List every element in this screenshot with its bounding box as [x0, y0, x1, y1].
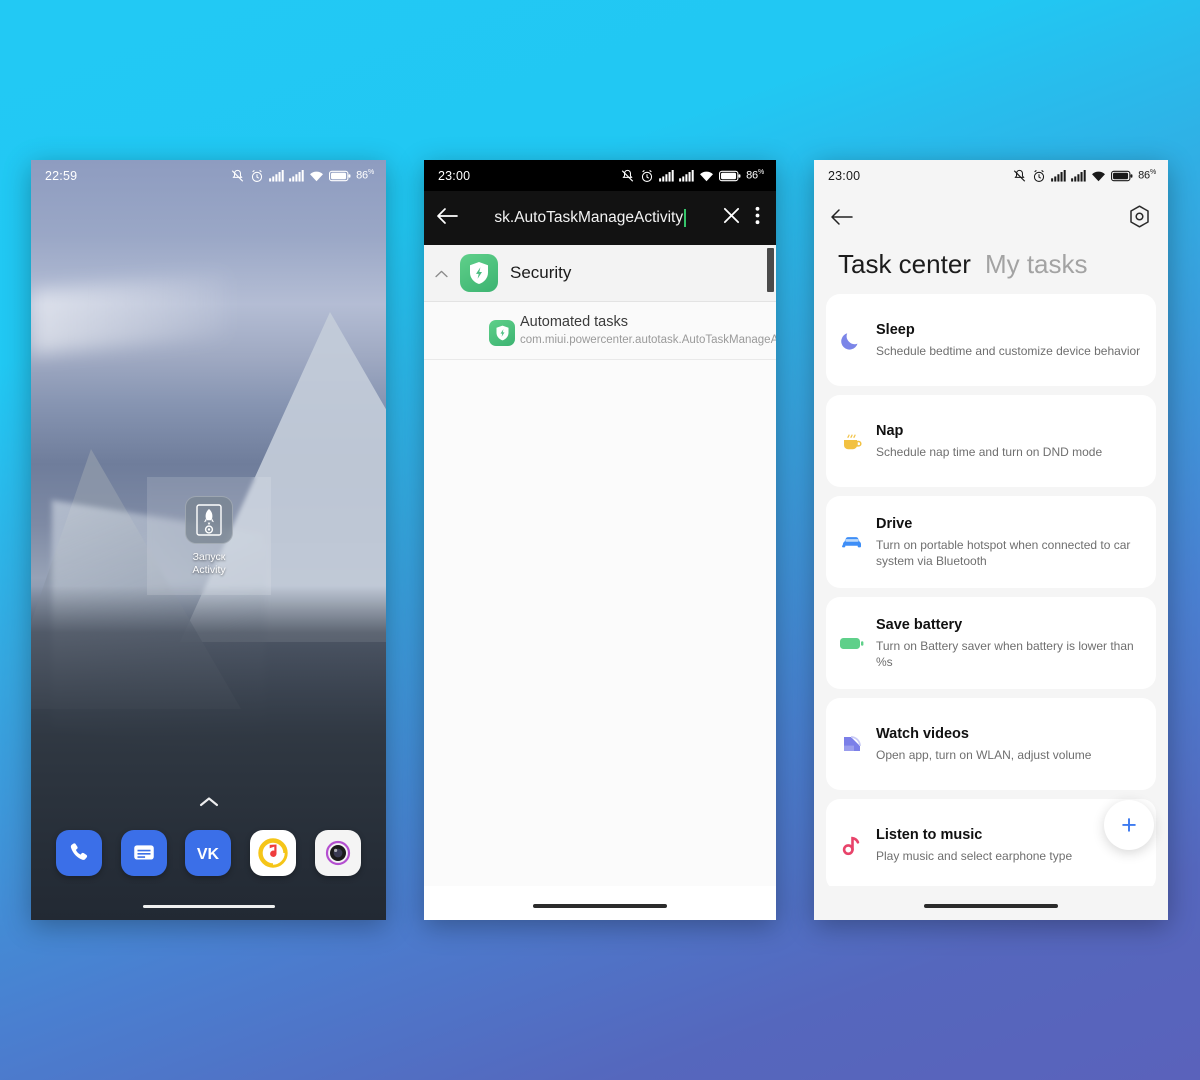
app-bar — [814, 191, 1168, 247]
status-icons: 86% — [620, 169, 764, 183]
status-bar: 23:00 86% — [814, 160, 1168, 191]
dock-item-vk[interactable]: VK — [185, 830, 232, 876]
battery-percent: 86% — [356, 169, 374, 182]
dock-item-messages[interactable] — [120, 830, 167, 876]
signal-sim1-icon — [659, 169, 674, 182]
text-caret — [684, 209, 686, 227]
home-indicator[interactable] — [924, 904, 1058, 908]
task-card-save-battery[interactable]: Save battery Turn on Battery saver when … — [826, 597, 1156, 689]
task-subtitle: Turn on portable hotspot when connected … — [876, 538, 1131, 568]
dock-item-camera[interactable] — [314, 830, 361, 876]
tab-task-center[interactable]: Task center — [838, 249, 971, 280]
search-results: Security Automated tasks com.miui.powerc… — [424, 245, 776, 920]
status-clock: 23:00 — [828, 168, 861, 183]
chevron-up-icon[interactable] — [434, 266, 448, 281]
battery-percent: 86% — [746, 169, 764, 182]
status-icons: 86% — [1012, 169, 1156, 183]
close-icon[interactable] — [722, 206, 741, 230]
task-title: Listen to music — [876, 827, 983, 843]
dock-item-yandex-music[interactable] — [250, 830, 297, 876]
navigation-bar — [424, 886, 776, 920]
phone-home-screen: 22:59 86% Запуск Activity VK — [31, 160, 386, 920]
back-arrow-icon[interactable] — [830, 208, 854, 231]
signal-sim2-icon — [1071, 169, 1086, 182]
signal-sim1-icon — [269, 169, 284, 182]
security-shield-icon — [460, 254, 498, 292]
search-result-item[interactable]: Automated tasks com.miui.powercenter.aut… — [424, 302, 776, 360]
signal-sim2-icon — [289, 169, 304, 182]
battery-icon — [719, 170, 741, 181]
task-subtitle: Schedule bedtime and customize device be… — [876, 344, 1141, 358]
navigation-bar — [814, 886, 1168, 920]
status-icons: 86% — [230, 169, 374, 183]
dock: VK — [31, 830, 386, 876]
search-input[interactable]: sk.AutoTaskManageActivity — [468, 209, 712, 227]
launch-activity-widget[interactable]: Запуск Activity — [147, 477, 271, 595]
dark-top-area: 23:00 86% sk.AutoTaskManageActivity — [424, 160, 776, 245]
add-task-fab[interactable]: + — [1104, 800, 1154, 850]
dock-item-phone[interactable] — [56, 830, 103, 876]
app-drawer-chevron-up-icon[interactable] — [31, 796, 386, 807]
security-shield-icon — [489, 320, 515, 346]
car-icon — [839, 529, 865, 555]
home-indicator[interactable] — [142, 904, 275, 908]
battery-percent: 86% — [1138, 169, 1156, 182]
status-bar: 23:00 86% — [424, 160, 776, 191]
mute-icon — [621, 169, 634, 182]
signal-sim2-icon — [679, 169, 694, 182]
task-title: Sleep — [876, 322, 915, 338]
gear-icon[interactable] — [1129, 205, 1150, 233]
phone-task-center: 23:00 86% Task center My tasks Sleep Sch… — [814, 160, 1168, 920]
plus-icon: + — [1121, 809, 1137, 840]
result-group-header[interactable]: Security — [424, 245, 776, 302]
wifi-icon — [310, 171, 324, 181]
battery-icon — [1111, 170, 1133, 181]
back-arrow-icon[interactable] — [436, 207, 458, 230]
task-list: Sleep Schedule bedtime and customize dev… — [814, 294, 1168, 891]
task-title: Save battery — [876, 617, 963, 633]
tab-bar: Task center My tasks — [814, 247, 1168, 294]
tab-my-tasks[interactable]: My tasks — [985, 249, 1088, 280]
task-card-sleep[interactable]: Sleep Schedule bedtime and customize dev… — [826, 294, 1156, 386]
mute-icon — [231, 169, 244, 182]
wifi-icon — [1092, 171, 1106, 181]
task-title: Drive — [876, 516, 913, 532]
result-group-title: Security — [510, 263, 572, 282]
task-title: Nap — [876, 423, 904, 439]
task-subtitle: Turn on Battery saver when battery is lo… — [876, 639, 1134, 669]
search-result-title: Automated tasks — [520, 314, 628, 330]
status-clock: 22:59 — [45, 168, 78, 183]
coffee-cup-icon — [839, 428, 865, 454]
search-result-subtitle: com.miui.powercenter.autotask.AutoTaskMa… — [520, 334, 776, 346]
widget-label: Запуск Activity — [192, 550, 226, 576]
wifi-icon — [700, 171, 714, 181]
mute-icon — [1013, 169, 1026, 182]
music-note-icon — [839, 832, 865, 858]
signal-sim1-icon — [1051, 169, 1066, 182]
video-play-icon — [839, 731, 865, 757]
status-clock: 23:00 — [438, 168, 471, 183]
task-subtitle: Open app, turn on WLAN, adjust volume — [876, 748, 1092, 762]
more-vertical-icon[interactable] — [751, 206, 764, 230]
moon-star-icon — [839, 327, 865, 353]
task-card-nap[interactable]: Nap Schedule nap time and turn on DND mo… — [826, 395, 1156, 487]
task-subtitle: Play music and select earphone type — [876, 849, 1073, 863]
task-card-drive[interactable]: Drive Turn on portable hotspot when conn… — [826, 496, 1156, 588]
rocket-activity-icon — [185, 495, 233, 544]
battery-icon — [329, 170, 351, 181]
scrollbar-thumb[interactable] — [767, 248, 774, 292]
phone-activity-search: 23:00 86% sk.AutoTaskManageActivity Secu… — [424, 160, 776, 920]
alarm-icon — [1034, 169, 1045, 182]
task-card-watch-videos[interactable]: Watch videos Open app, turn on WLAN, adj… — [826, 698, 1156, 790]
status-bar: 22:59 86% — [31, 160, 386, 191]
alarm-icon — [252, 169, 263, 182]
search-bar: sk.AutoTaskManageActivity — [424, 191, 776, 245]
search-result-text: Automated tasks com.miui.powercenter.aut… — [484, 313, 776, 348]
alarm-icon — [642, 169, 653, 182]
svg-text:VK: VK — [197, 846, 220, 863]
task-title: Watch videos — [876, 726, 969, 742]
home-indicator[interactable] — [533, 904, 667, 908]
task-subtitle: Schedule nap time and turn on DND mode — [876, 445, 1103, 459]
battery-icon — [839, 630, 865, 656]
